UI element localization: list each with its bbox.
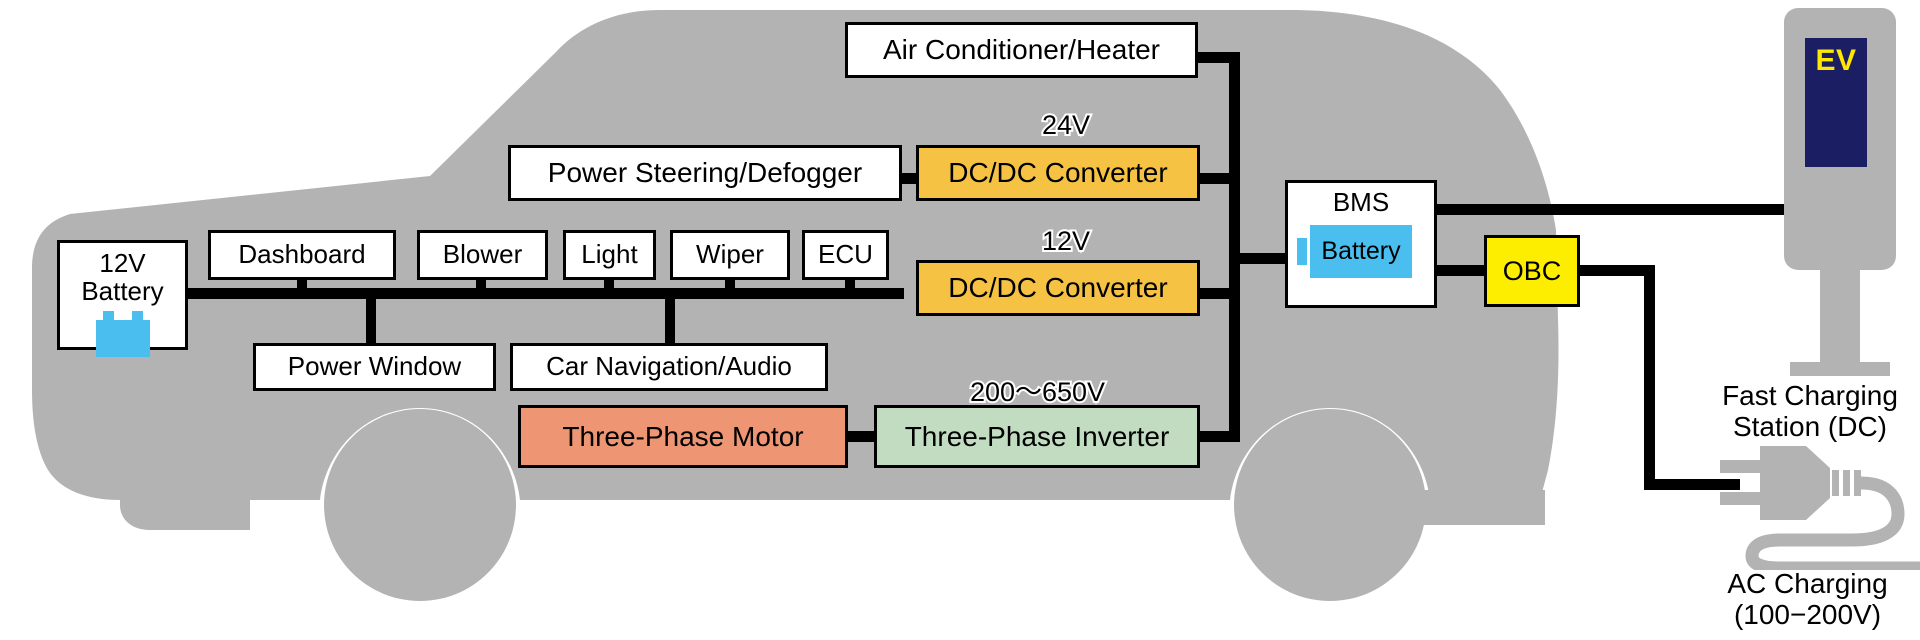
wiper-label: Wiper (696, 239, 764, 270)
wire-stub-car-navigation (665, 295, 675, 345)
ecu-label: ECU (818, 239, 873, 270)
battery-terminal-left (102, 311, 114, 321)
wire-hv-vertical-bus (1229, 52, 1240, 442)
fast-charging-station-caption: Fast Charging Station (DC) (1700, 380, 1920, 443)
component-12v-battery[interactable]: 12V Battery (57, 240, 188, 358)
dcdc-12v-label: DC/DC Converter (948, 272, 1168, 304)
ac-charging-caption: AC Charging (100−200V) (1695, 568, 1920, 631)
wire-bus-to-bms (1236, 253, 1288, 264)
component-obc[interactable]: OBC (1484, 235, 1580, 307)
bms-battery: Battery (1310, 225, 1412, 278)
wire-motor-to-inverter (845, 431, 877, 442)
wire-converter24-to-bus (1198, 173, 1240, 184)
three-phase-motor-label: Three-Phase Motor (562, 420, 804, 452)
component-dashboard[interactable]: Dashboard (208, 230, 396, 280)
dashboard-label: Dashboard (238, 239, 366, 270)
bms-battery-terminal (1297, 238, 1307, 265)
component-power-steering-defogger[interactable]: Power Steering/Defogger (508, 145, 902, 201)
car-silhouette (32, 10, 1559, 601)
ac-charging-caption-line2: (100−200V) (1733, 599, 1882, 631)
component-power-window[interactable]: Power Window (253, 343, 496, 391)
ac-charging-caption-line1: AC Charging (1727, 568, 1888, 599)
power-window-label: Power Window (287, 351, 462, 382)
fast-charging-caption-line1: Fast Charging (1722, 380, 1898, 411)
component-bms[interactable]: BMS Battery (1285, 180, 1437, 308)
component-three-phase-motor[interactable]: Three-Phase Motor (518, 405, 848, 468)
air-conditioner-label: Air Conditioner/Heater (882, 34, 1161, 66)
dcdc-24v-label: DC/DC Converter (948, 157, 1168, 189)
battery-terminal-right (131, 311, 143, 321)
label-voltage-24v: 24V (1040, 108, 1092, 142)
fast-charging-caption-line2: Station (DC) (1732, 411, 1888, 443)
blower-label: Blower (442, 239, 523, 270)
three-phase-inverter-label: Three-Phase Inverter (904, 420, 1170, 452)
component-three-phase-inverter[interactable]: Three-Phase Inverter (874, 405, 1200, 468)
wire-converter12-to-bus (1198, 288, 1240, 299)
wire-lv-main-bus (152, 288, 904, 299)
battery-label-line2: Battery (81, 276, 164, 307)
label-voltage-200-650v: 200〜650V (968, 375, 1107, 409)
wire-obc-to-ac-vertical (1644, 265, 1655, 490)
power-steering-label: Power Steering/Defogger (547, 157, 863, 189)
battery-icon (95, 311, 150, 358)
ev-screen-text: EV (1815, 44, 1857, 77)
bms-title: BMS (1332, 187, 1390, 217)
wire-stub-power-window (366, 295, 376, 345)
component-blower[interactable]: Blower (417, 230, 548, 280)
fast-charging-station-screen: EV (1805, 38, 1867, 167)
component-dcdc-converter-24v[interactable]: DC/DC Converter (916, 145, 1200, 201)
component-wiper[interactable]: Wiper (670, 230, 790, 280)
wire-bms-to-obc (1434, 265, 1486, 276)
obc-label: OBC (1502, 255, 1562, 286)
light-label: Light (581, 239, 638, 270)
wire-bms-to-fast-charger (1434, 204, 1790, 215)
component-dcdc-converter-12v[interactable]: DC/DC Converter (916, 260, 1200, 316)
label-voltage-12v: 12V (1040, 224, 1092, 258)
battery-label-line1: 12V (99, 248, 146, 278)
wire-ac-heater-to-bus (1198, 52, 1240, 63)
fast-charging-station-base (1790, 362, 1890, 376)
component-air-conditioner-heater[interactable]: Air Conditioner/Heater (845, 22, 1198, 78)
fast-charging-station-post (1820, 268, 1860, 366)
battery-body (95, 320, 150, 358)
car-navigation-label: Car Navigation/Audio (546, 351, 792, 382)
wire-inverter-to-bus (1198, 431, 1240, 442)
bms-battery-label: Battery (1321, 237, 1401, 265)
ev-power-system-diagram: 24V 12V 200〜650V 12V Battery Dashboard B… (0, 0, 1920, 640)
power-plug-icon (1720, 446, 1920, 570)
component-light[interactable]: Light (563, 230, 656, 280)
component-ecu[interactable]: ECU (802, 230, 889, 280)
component-car-navigation-audio[interactable]: Car Navigation/Audio (510, 343, 828, 391)
